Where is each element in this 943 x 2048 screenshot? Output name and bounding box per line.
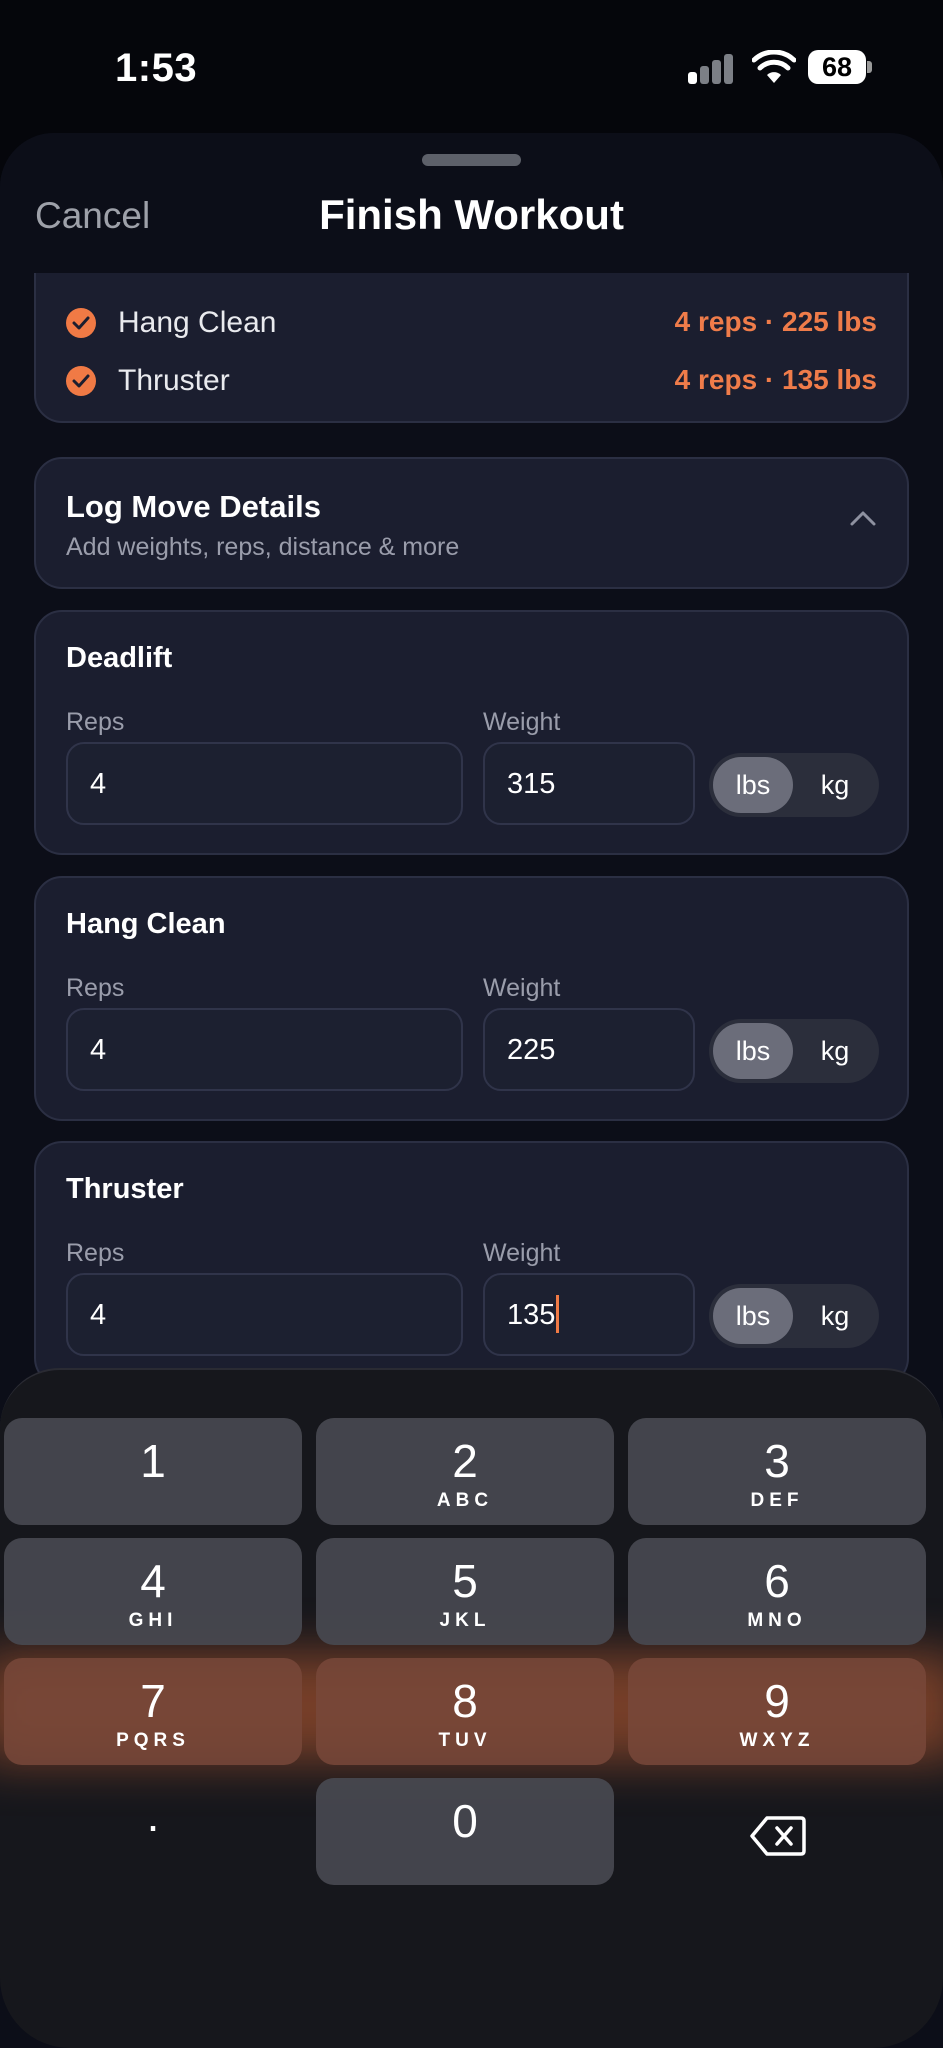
sheet-header: Cancel Finish Workout <box>0 133 943 273</box>
screen: 1:53 68 Cancel Finish Workout Hang Clean… <box>0 0 943 2048</box>
key-9[interactable]: 9 WXYZ <box>628 1658 926 1765</box>
key-digit: 4 <box>140 1555 166 1607</box>
key-7[interactable]: 7 PQRS <box>4 1658 302 1765</box>
unit-kg-option[interactable]: kg <box>795 1288 875 1344</box>
weight-value: 225 <box>507 1034 556 1066</box>
key-0[interactable]: 0 <box>316 1778 614 1885</box>
key-digit: 5 <box>452 1555 478 1607</box>
unit-toggle[interactable]: lbs kg <box>709 1019 879 1083</box>
key-digit: 2 <box>452 1435 478 1487</box>
weight-value: 135 <box>507 1299 556 1331</box>
key-1[interactable]: 1 <box>4 1418 302 1525</box>
key-6[interactable]: 6 MNO <box>628 1538 926 1645</box>
key-digit: 3 <box>764 1435 790 1487</box>
key-letters: PQRS <box>116 1730 190 1751</box>
weight-input[interactable]: 315 <box>483 742 695 825</box>
reps-label: Reps <box>66 708 125 736</box>
key-letters: ABC <box>436 1490 494 1511</box>
unit-toggle[interactable]: lbs kg <box>709 1284 879 1348</box>
summary-move-detail: 4 reps · 225 lbs <box>674 306 877 337</box>
reps-value: 4 <box>90 1034 107 1066</box>
log-move-details-toggle[interactable]: Log Move Details Add weights, reps, dist… <box>34 457 909 589</box>
reps-label: Reps <box>66 974 125 1002</box>
status-bar: 1:53 68 <box>0 0 943 130</box>
key-4[interactable]: 4 GHI <box>4 1538 302 1645</box>
unit-lbs-option[interactable]: lbs <box>713 757 793 813</box>
summary-row: Hang Clean 4 reps · 225 lbs <box>66 302 877 346</box>
summary-row: Thruster 4 reps · 135 lbs <box>66 360 877 404</box>
key-3[interactable]: 3 DEF <box>628 1418 926 1525</box>
unit-kg-option[interactable]: kg <box>795 757 875 813</box>
reps-value: 4 <box>90 768 107 800</box>
key-digit: 8 <box>452 1675 478 1727</box>
key-letters: TUV <box>438 1730 492 1751</box>
reps-input[interactable]: 4 <box>66 1008 463 1091</box>
cellular-signal-icon <box>688 54 734 84</box>
weight-label: Weight <box>483 974 561 1002</box>
weight-input[interactable]: 225 <box>483 1008 695 1091</box>
key-digit: 1 <box>140 1435 166 1487</box>
key-8[interactable]: 8 TUV <box>316 1658 614 1765</box>
backspace-icon[interactable] <box>750 1815 806 1857</box>
reps-input[interactable]: 4 <box>66 1273 463 1356</box>
key-decimal[interactable]: . <box>4 1778 302 1885</box>
wifi-icon <box>752 50 796 83</box>
unit-lbs-option[interactable]: lbs <box>713 1023 793 1079</box>
key-2[interactable]: 2 ABC <box>316 1418 614 1525</box>
reps-input[interactable]: 4 <box>66 742 463 825</box>
log-details-subtitle: Add weights, reps, distance & more <box>66 533 460 561</box>
text-caret <box>556 1295 560 1334</box>
check-icon <box>66 308 96 338</box>
weight-value: 315 <box>507 768 556 800</box>
key-digit: 6 <box>764 1555 790 1607</box>
weight-label: Weight <box>483 1239 561 1267</box>
key-letters: MNO <box>747 1610 807 1631</box>
key-letters: WXYZ <box>739 1730 815 1751</box>
numeric-keypad: 1 2 ABC 3 DEF 4 GHI 5 JKL 6 MNO 7 PQRS 8… <box>0 1368 943 2048</box>
workout-summary-card: Hang Clean 4 reps · 225 lbs Thruster 4 r… <box>34 273 909 423</box>
status-time: 1:53 <box>115 46 198 90</box>
move-name: Thruster <box>66 1173 184 1205</box>
summary-move-name: Hang Clean <box>118 306 277 339</box>
unit-kg-option[interactable]: kg <box>795 1023 875 1079</box>
unit-lbs-option[interactable]: lbs <box>713 1288 793 1344</box>
summary-move-detail: 4 reps · 135 lbs <box>674 364 877 395</box>
log-details-title: Log Move Details <box>66 489 321 524</box>
key-letters: DEF <box>750 1490 804 1511</box>
key-digit: . <box>146 1789 160 1841</box>
move-card-thruster: Thruster Reps Weight 4 135 lbs kg <box>34 1141 909 1386</box>
sheet-grabber[interactable] <box>422 154 521 166</box>
unit-toggle[interactable]: lbs kg <box>709 753 879 817</box>
chevron-up-icon <box>850 511 876 526</box>
battery-level: 68 <box>808 50 866 84</box>
move-name: Deadlift <box>66 642 173 674</box>
weight-input[interactable]: 135 <box>483 1273 695 1356</box>
move-card-hang-clean: Hang Clean Reps Weight 4 225 lbs kg <box>34 876 909 1121</box>
reps-label: Reps <box>66 1239 125 1267</box>
weight-label: Weight <box>483 708 561 736</box>
key-digit: 7 <box>140 1675 166 1727</box>
key-digit: 9 <box>764 1675 790 1727</box>
key-5[interactable]: 5 JKL <box>316 1538 614 1645</box>
key-letters: JKL <box>439 1610 491 1631</box>
move-card-deadlift: Deadlift Reps Weight 4 315 lbs kg <box>34 610 909 855</box>
check-icon <box>66 366 96 396</box>
key-letters: GHI <box>128 1610 178 1631</box>
summary-move-name: Thruster <box>118 364 230 397</box>
key-digit: 0 <box>452 1795 478 1847</box>
reps-value: 4 <box>90 1299 107 1331</box>
page-title: Finish Workout <box>319 191 624 238</box>
battery-icon: 68 <box>808 50 872 84</box>
move-name: Hang Clean <box>66 908 226 940</box>
